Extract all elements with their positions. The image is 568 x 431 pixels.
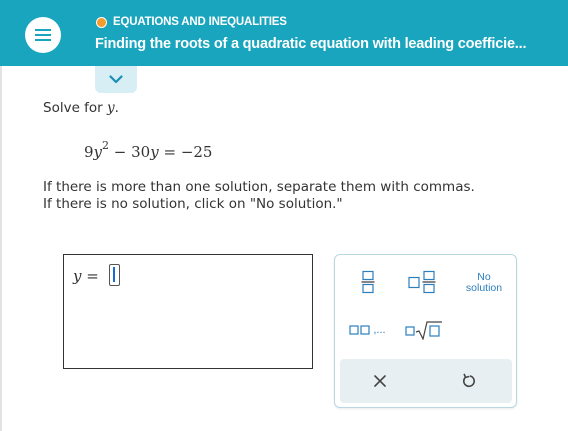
header-bar: EQUATIONS AND INEQUALITIES Finding the r…	[0, 0, 568, 66]
prompt-variable: y	[107, 100, 115, 116]
menu-button[interactable]	[25, 17, 61, 53]
list-icon	[349, 325, 370, 335]
answer-input-slot[interactable]	[109, 264, 120, 286]
prompt-end: .	[114, 100, 119, 116]
equation-rhs: = −25	[158, 143, 213, 161]
collapse-header-button[interactable]	[95, 66, 137, 93]
topic-text: EQUATIONS AND INEQUALITIES	[113, 16, 287, 28]
topic-status-dot	[96, 16, 107, 28]
prompt-text: Solve for	[43, 100, 108, 116]
topic-label: EQUATIONS AND INEQUALITIES	[96, 16, 287, 28]
equation-coef-b: 30	[131, 143, 151, 161]
equation-var-2: y	[150, 143, 159, 161]
fraction-icon	[361, 270, 375, 294]
fraction-button[interactable]	[353, 265, 383, 299]
instructions: If there is more than one solution, sepa…	[43, 179, 475, 213]
left-divider	[0, 66, 2, 431]
clear-button[interactable]	[360, 365, 400, 397]
instruction-line-1: If there is more than one solution, sepa…	[43, 179, 475, 195]
clear-x-icon	[374, 375, 386, 387]
no-solution-button[interactable]: No solution	[455, 268, 513, 298]
problem-prompt: Solve for y.	[43, 100, 119, 116]
chevron-down-icon	[109, 75, 123, 84]
math-keypad: No solution ,...	[334, 254, 517, 408]
undo-icon	[463, 373, 475, 388]
mixed-number-icon	[408, 270, 436, 294]
list-dots-label: ,...	[373, 324, 386, 336]
answer-equals: =	[81, 267, 99, 285]
list-button[interactable]: ,...	[345, 315, 390, 345]
equation: 9y2 − 30y = −25	[84, 139, 213, 161]
no-solution-line-2: solution	[465, 282, 503, 294]
nth-root-button[interactable]	[403, 315, 445, 345]
equation-minus: −	[109, 143, 132, 161]
instruction-line-2: If there is no solution, click on "No so…	[43, 196, 343, 212]
equation-coef-a: 9	[84, 143, 94, 161]
answer-input-box[interactable]: y =	[63, 254, 313, 369]
answer-label: y =	[73, 267, 99, 285]
mixed-number-button[interactable]	[403, 265, 443, 299]
page-title: Finding the roots of a quadratic equatio…	[95, 36, 527, 52]
equation-var-1: y	[93, 143, 103, 161]
equation-exponent: 2	[102, 139, 110, 152]
nth-root-icon	[405, 321, 442, 340]
undo-button[interactable]	[449, 365, 489, 397]
hamburger-icon	[35, 29, 51, 41]
